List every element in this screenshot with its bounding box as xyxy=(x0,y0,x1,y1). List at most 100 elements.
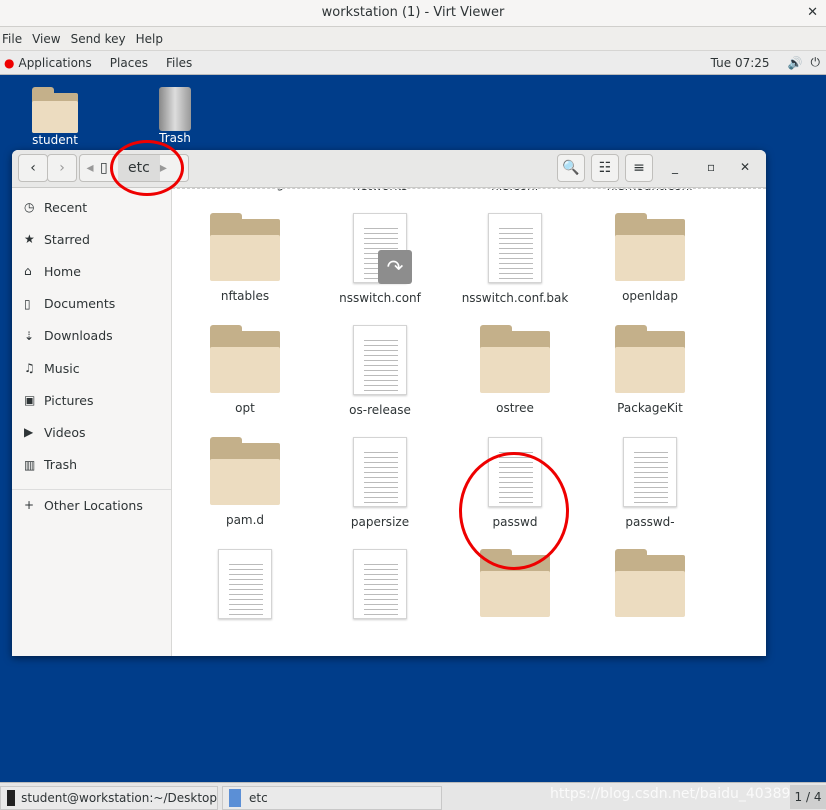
sidebar-item-other-locations[interactable]: + Other Locations xyxy=(12,488,171,521)
task-terminal[interactable]: student@workstation:~/Desktop xyxy=(0,786,218,810)
document-icon xyxy=(353,549,407,619)
camera-icon: ▣ xyxy=(24,393,36,408)
files-menu[interactable]: Files xyxy=(166,56,192,70)
file-item[interactable]: opt xyxy=(180,325,310,415)
search-button[interactable]: 🔍 xyxy=(557,154,585,182)
file-name: passwd- xyxy=(625,515,675,529)
file-item[interactable]: os-release xyxy=(315,325,445,417)
window-titlebar: workstation (1) - Virt Viewer ✕ xyxy=(0,0,826,27)
document-icon xyxy=(623,437,677,507)
file-grid: NetworkManager networks nfs.conf nfsmount.c… xyxy=(172,188,766,656)
file-item[interactable]: NetworkManager xyxy=(180,189,310,191)
sidebar-item-pictures[interactable]: ▣ Pictures xyxy=(12,384,171,416)
watermark: https://blog.csdn.net/baidu_40389082 xyxy=(550,786,818,802)
desktop-student[interactable]: student xyxy=(20,87,90,147)
file-name: networks xyxy=(315,189,445,193)
menu-button[interactable]: ≡ xyxy=(625,154,653,182)
forward-button[interactable]: › xyxy=(47,154,77,182)
folder-icon xyxy=(615,549,685,617)
file-item[interactable]: nfsmount.conf xyxy=(585,189,715,193)
sidebar-item-label: Pictures xyxy=(44,392,94,408)
trash-icon: ▥ xyxy=(24,457,36,472)
file-item[interactable]: ostree xyxy=(450,325,580,415)
file-name: ostree xyxy=(496,401,534,415)
menubar: File View Send key Help xyxy=(0,27,826,51)
annotation-circle xyxy=(459,452,569,570)
menu-send-key[interactable]: Send key xyxy=(69,32,130,46)
sidebar-item-label: Other Locations xyxy=(44,497,143,513)
file-item[interactable]: PackageKit xyxy=(585,325,715,415)
clock-icon: ◷ xyxy=(24,200,35,215)
file-name: nsswitch.conf.bak xyxy=(461,291,569,305)
file-item[interactable]: ↷ nsswitch.conf xyxy=(315,213,445,305)
file-name: openldap xyxy=(622,289,678,303)
file-name: PackageKit xyxy=(617,401,683,415)
trash-icon xyxy=(159,87,191,131)
menu-help[interactable]: Help xyxy=(134,32,167,46)
sidebar-item-home[interactable]: ⌂ Home xyxy=(12,255,171,287)
files-window: ‹ › ◂ ▯ etc ▸ 🔍 ☷ ≡ _ ▫ ✕ ◷ Recent ★ Starre… xyxy=(12,150,766,656)
power-icon[interactable]: ⏻ xyxy=(811,55,821,70)
task-label: etc xyxy=(249,791,268,805)
folder-icon xyxy=(615,325,685,393)
symlink-document-icon: ↷ xyxy=(353,213,412,284)
hamburger-icon: ≡ xyxy=(633,160,645,176)
sidebar-item-label: Music xyxy=(44,360,80,376)
file-name: nftables xyxy=(220,289,270,303)
file-name: opt xyxy=(235,401,255,415)
file-name: pam.d xyxy=(225,513,265,527)
path-scroll-left[interactable]: ◂ xyxy=(80,160,100,176)
star-icon: ★ xyxy=(24,232,35,247)
applications-menu[interactable]: Applications xyxy=(18,56,91,70)
clock[interactable]: Tue 07:25 xyxy=(711,56,770,70)
folder-icon xyxy=(210,325,280,393)
volume-icon[interactable]: 🔊 xyxy=(788,56,803,70)
file-item[interactable] xyxy=(315,549,445,627)
sidebar-item-videos[interactable]: ▶ Videos xyxy=(12,416,171,448)
sidebar-item-label: Home xyxy=(44,263,81,279)
file-item[interactable]: pam.d xyxy=(180,437,310,527)
minimize-button[interactable]: _ xyxy=(672,160,678,174)
view-toggle-button[interactable]: ☷ xyxy=(591,154,619,182)
menu-file[interactable]: File xyxy=(0,32,26,46)
search-icon: 🔍 xyxy=(562,160,580,176)
file-item[interactable]: passwd- xyxy=(585,437,715,529)
maximize-button[interactable]: ▫ xyxy=(707,160,715,174)
file-item[interactable]: openldap xyxy=(585,213,715,303)
file-item[interactable]: papersize xyxy=(315,437,445,529)
sidebar-item-trash[interactable]: ▥ Trash xyxy=(12,449,171,481)
menu-view[interactable]: View xyxy=(30,32,64,46)
sidebar-item-documents[interactable]: ▯ Documents xyxy=(12,288,171,320)
sidebar-item-label: Trash xyxy=(44,457,78,473)
file-item[interactable]: nsswitch.conf.bak xyxy=(450,213,580,305)
file-name: NetworkManager xyxy=(180,189,310,191)
sidebar-item-label: Recent xyxy=(44,199,88,215)
file-item[interactable] xyxy=(180,549,310,627)
document-icon xyxy=(488,213,542,283)
file-name: nfsmount.conf xyxy=(585,189,715,193)
video-icon: ▶ xyxy=(24,425,34,440)
home-folder-icon xyxy=(32,87,78,133)
document-icon xyxy=(353,325,407,395)
sidebar-item-starred[interactable]: ★ Starred xyxy=(12,223,171,255)
desktop-trash[interactable]: Trash xyxy=(140,87,210,145)
taskbar: student@workstation:~/Desktop etc https:… xyxy=(0,782,826,810)
list-view-icon: ☷ xyxy=(598,160,612,176)
file-item[interactable]: nftables xyxy=(180,213,310,303)
sidebar-item-downloads[interactable]: ⇣ Downloads xyxy=(12,320,171,352)
close-window-button[interactable]: ✕ xyxy=(740,160,750,174)
workspace-switcher[interactable]: 1 / 4 xyxy=(790,785,826,809)
window-title: workstation (1) - Virt Viewer xyxy=(321,5,505,20)
gnome-topbar: ● Applications Places Files Tue 07:25 🔊 … xyxy=(0,51,826,75)
file-item[interactable] xyxy=(585,549,715,625)
home-icon: ⌂ xyxy=(24,264,32,279)
back-button[interactable]: ‹ xyxy=(18,154,48,182)
file-name: nsswitch.conf xyxy=(339,291,421,305)
places-menu[interactable]: Places xyxy=(110,56,148,70)
task-files[interactable]: etc xyxy=(222,786,442,810)
close-icon[interactable]: ✕ xyxy=(807,0,818,25)
file-item[interactable]: nfs.conf xyxy=(450,189,580,193)
desktop-label: student xyxy=(32,133,78,147)
file-item[interactable]: networks xyxy=(315,189,445,193)
sidebar-item-music[interactable]: ♫ Music xyxy=(12,352,171,384)
